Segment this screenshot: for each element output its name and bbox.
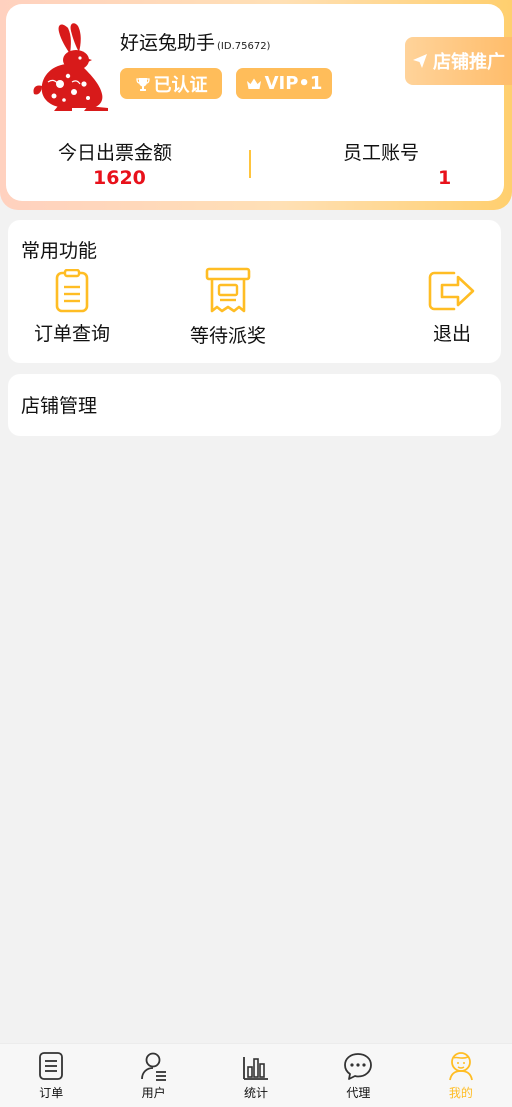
profile-card: 好运兔助手 (ID.75672) 已认证 VIP•1 店铺推广 今日出票金额 1… [6,4,512,201]
trophy-icon [135,77,150,91]
tab-statistics-label: 统计 [244,1086,269,1100]
store-promotion-label: 店铺推广 [433,52,505,73]
shop-name: 好运兔助手 (ID.75672) [120,28,270,55]
vip-badge: VIP•1 [236,68,332,99]
tab-users-label: 用户 [141,1086,166,1100]
shop-id: (ID.75672) [217,41,271,52]
logout-label: 退出 [432,323,471,345]
crown-icon [246,78,261,89]
chart-icon [243,1057,269,1080]
tab-mine-label: 我的 [448,1086,473,1100]
store-promotion-button[interactable]: 店铺推广 [405,37,512,85]
tab-orders-label: 订单 [39,1086,64,1100]
order-icon [39,1052,64,1080]
user-icon [140,1052,166,1081]
profile-header-background: 好运兔助手 (ID.75672) 已认证 VIP•1 店铺推广 今日出票金额 1… [0,0,512,210]
await-prize-label: 等待派奖 [190,325,267,347]
staff-account-label: 员工账号 [343,142,420,164]
logout-button[interactable]: 退出 [428,269,476,346]
store-management-card[interactable]: 店铺管理 [8,374,501,436]
rabbit-avatar [33,23,108,111]
verified-label: 已认证 [153,74,208,96]
clipboard-icon [55,269,89,313]
staff-account-value: 1 [438,167,452,189]
verified-badge: 已认证 [120,68,222,99]
profile-icon [448,1052,473,1081]
tab-users[interactable]: 用户 [102,1044,204,1107]
vip-label: VIP•1 [264,73,323,94]
stats-divider [249,150,251,178]
store-management-title: 店铺管理 [21,395,98,417]
await-prize-button[interactable]: 等待派奖 [190,267,266,348]
common-functions-card: 常用功能 订单查询 等待派奖 退出 [8,220,501,363]
tab-orders[interactable]: 订单 [0,1044,102,1107]
chat-icon [344,1053,373,1080]
order-query-button[interactable]: 订单查询 [34,269,110,346]
receipt-icon [205,267,251,313]
today-ticket-amount-value: 1620 [93,167,146,189]
tab-mine[interactable]: 我的 [410,1044,512,1107]
tab-agents[interactable]: 代理 [307,1044,409,1107]
shop-name-text: 好运兔助手 [120,32,216,54]
bottom-tab-bar: 订单 用户 统计 代理 我的 [0,1043,512,1107]
logout-icon [428,271,475,311]
common-functions-title: 常用功能 [21,240,98,262]
tab-agents-label: 代理 [346,1086,371,1100]
tab-statistics[interactable]: 统计 [205,1044,307,1107]
order-query-label: 订单查询 [34,323,111,345]
today-ticket-amount-label: 今日出票金额 [58,142,173,164]
send-arrow-icon [413,54,427,68]
